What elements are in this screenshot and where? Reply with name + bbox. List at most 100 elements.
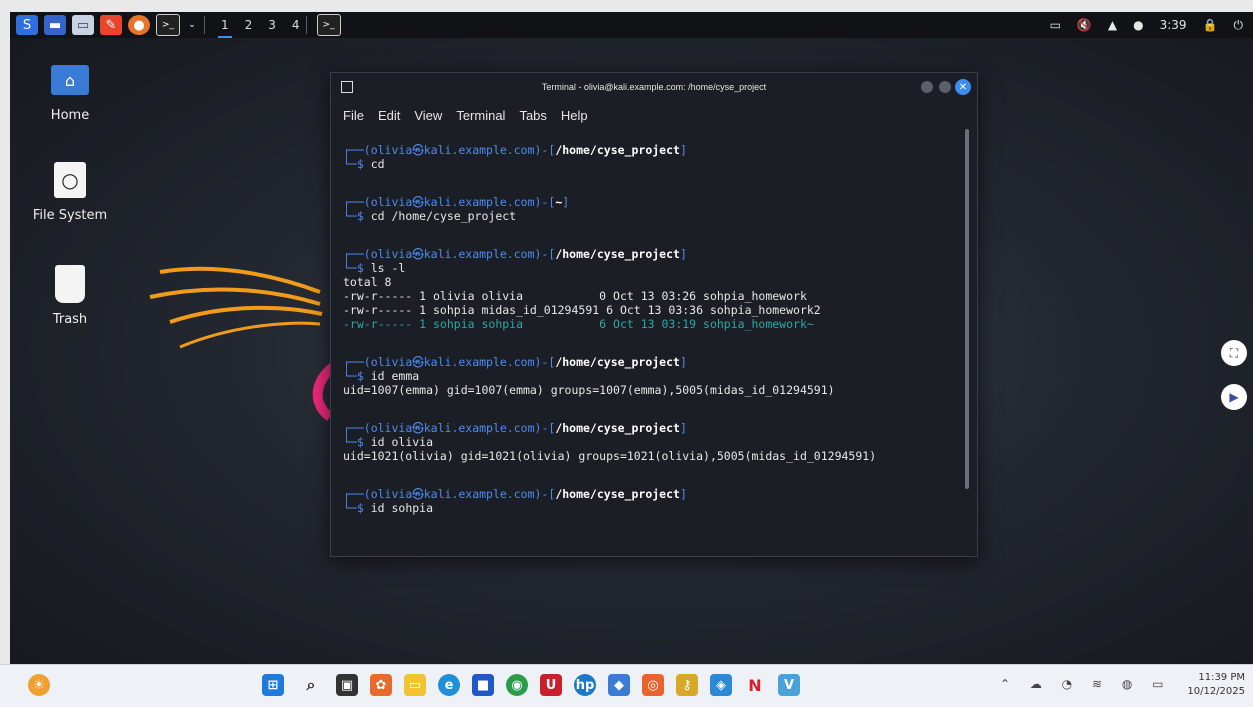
terminal-output[interactable]: ┌──(olivia㉿kali.example.com)-[/home/cyse…	[343, 143, 953, 548]
prompt-path: /home/cyse_project	[555, 247, 680, 261]
menu-edit[interactable]: Edit	[378, 108, 400, 123]
weather-widget-icon[interactable]: ☀	[28, 674, 50, 696]
menu-file[interactable]: File	[343, 108, 364, 123]
prompt-user-host: kali.example.com	[423, 195, 535, 209]
prompt-user-host: kali.example.com	[423, 247, 535, 261]
prompt-decoration: )-[	[534, 247, 556, 261]
file-explorer-icon[interactable]: ▭	[404, 674, 426, 696]
workspace-1[interactable]: 1	[218, 18, 232, 38]
menu-help[interactable]: Help	[561, 108, 588, 123]
menu-tabs[interactable]: Tabs	[519, 108, 546, 123]
lock-icon[interactable]: 🔒	[1203, 18, 1218, 32]
app-icon-orange[interactable]: ◎	[642, 674, 664, 696]
prompt-decoration: ]	[562, 195, 570, 209]
prompt-user-host: kali.example.com	[423, 355, 535, 369]
desktop-icon-label: File System	[32, 208, 108, 223]
prompt-dollar: └─$	[343, 261, 371, 275]
hp-icon[interactable]: hp	[574, 674, 596, 696]
prompt-user-host: kali.example.com	[423, 143, 535, 157]
terminal-menubar: File Edit View Terminal Tabs Help	[331, 101, 977, 129]
prompt-decoration: ]	[679, 355, 687, 369]
top-panel-clock[interactable]: 3:39	[1160, 18, 1187, 32]
mute-icon[interactable]: 🔇	[1077, 18, 1092, 32]
prompt-line: ┌──(olivia㉿kali.example.com)-[/home/cyse…	[343, 421, 953, 435]
chrome-icon[interactable]: ◉	[506, 674, 528, 696]
prompt-user-host: kali.example.com	[423, 487, 535, 501]
close-button[interactable]: ✕	[955, 79, 971, 95]
system-tray-icons[interactable]: ⌃ ☁ ◔ ≋ ◍ ▭	[1000, 677, 1171, 691]
network-icon[interactable]: ●	[1133, 18, 1143, 32]
prompt-user-host: olivia	[370, 143, 413, 157]
prompt-decoration: ┌──(	[343, 487, 371, 501]
workspace-3[interactable]: 3	[268, 18, 276, 32]
prompt-decoration: )-[	[534, 355, 556, 369]
windows-clock[interactable]: 11:39 PM 10/12/2025	[1187, 671, 1245, 699]
prompt-decoration: )-[	[534, 195, 556, 209]
command-text: ls -l	[370, 261, 406, 275]
prompt-decoration: ㉿	[412, 421, 424, 435]
prompt-path: /home/cyse_project	[555, 487, 680, 501]
maximize-button[interactable]	[939, 81, 951, 93]
prompt-line: ┌──(olivia㉿kali.example.com)-[/home/cyse…	[343, 143, 953, 157]
prompt-decoration: ㉿	[412, 195, 424, 209]
prompt-user-host: kali.example.com	[423, 421, 535, 435]
terminal-prompt-block: ┌──(olivia㉿kali.example.com)-[~] └─$ cd /…	[343, 195, 953, 223]
side-widget-button[interactable]: ⛶	[1221, 340, 1247, 366]
workspace-4[interactable]: 4	[292, 18, 300, 32]
terminal-scrollbar[interactable]	[965, 129, 969, 489]
vmware-icon[interactable]: V	[778, 674, 800, 696]
text-editor-icon[interactable]: ✎	[100, 15, 122, 35]
prompt-dollar: └─$	[343, 157, 371, 171]
widgets-icon[interactable]: ✿	[370, 674, 392, 696]
command-line: └─$ id emma	[343, 369, 953, 383]
power-icon[interactable]: ⏻	[1234, 18, 1244, 33]
edge-icon[interactable]: e	[438, 674, 460, 696]
desktop-icon-trash[interactable]: Trash	[30, 264, 110, 327]
file-manager-icon[interactable]: ▭	[72, 15, 94, 35]
desktop-icon-home[interactable]: ⌂ Home	[30, 60, 110, 123]
command-line: └─$ ls -l	[343, 261, 953, 275]
clock-time: 11:39 PM	[1198, 672, 1245, 683]
output-line: uid=1007(emma) gid=1007(emma) groups=100…	[343, 383, 835, 397]
chevron-down-icon[interactable]: ⌄	[186, 15, 198, 35]
store-icon[interactable]: ■	[472, 674, 494, 696]
prompt-decoration: ┌──(	[343, 195, 371, 209]
netflix-icon[interactable]: N	[744, 674, 766, 696]
side-widget-play-button[interactable]: ▶	[1221, 384, 1247, 410]
workspace-2[interactable]: 2	[245, 18, 253, 32]
terminal-prompt-block: ┌──(olivia㉿kali.example.com)-[/home/cyse…	[343, 487, 953, 515]
terminal-title: Terminal - olivia@kali.example.com: /hom…	[541, 82, 767, 92]
kali-menu-icon[interactable]: S	[16, 15, 38, 35]
windows-start-icon[interactable]: ⊞	[262, 674, 284, 696]
command-text: id olivia	[370, 435, 434, 449]
prompt-decoration: )-[	[534, 421, 556, 435]
show-desktop-icon[interactable]: ▬	[44, 15, 66, 35]
desktop-icon-filesystem[interactable]: ○ File System	[30, 160, 110, 223]
app-icon-blue[interactable]: ◆	[608, 674, 630, 696]
app-icon-puzzle[interactable]: ◈	[710, 674, 732, 696]
notification-bell-icon[interactable]: ▲	[1108, 18, 1117, 32]
prompt-line: ┌──(olivia㉿kali.example.com)-[/home/cyse…	[343, 487, 953, 501]
display-icon[interactable]: ▭	[1050, 18, 1061, 32]
command-text: id emma	[370, 369, 420, 383]
prompt-decoration: ]	[679, 247, 687, 261]
menu-view[interactable]: View	[414, 108, 442, 123]
prompt-path: /home/cyse_project	[555, 355, 680, 369]
menu-terminal[interactable]: Terminal	[456, 108, 505, 123]
minimize-button[interactable]	[921, 81, 933, 93]
prompt-decoration: ]	[679, 421, 687, 435]
search-icon[interactable]: ⌕	[300, 674, 322, 696]
firefox-icon[interactable]: ●	[128, 15, 150, 35]
mcafee-icon[interactable]: U	[540, 674, 562, 696]
terminal-launcher-icon[interactable]: >_	[156, 14, 180, 36]
windows-taskbar: ☀ ⊞ ⌕ ▣ ✿ ▭ e ■ ◉ U hp ◆ ◎ ⚷ ◈ N V ⌃ ☁ ◔…	[0, 664, 1253, 707]
terminal-window-task-icon[interactable]: >_	[316, 14, 341, 36]
task-view-icon[interactable]: ▣	[336, 674, 358, 696]
app-icon-lock[interactable]: ⚷	[676, 674, 698, 696]
prompt-decoration: ┌──(	[343, 247, 371, 261]
command-text: cd /home/cyse_project	[370, 209, 517, 223]
terminal-titlebar[interactable]: Terminal - olivia@kali.example.com: /hom…	[331, 73, 977, 101]
prompt-decoration: ㉿	[412, 487, 424, 501]
separator	[204, 16, 205, 34]
home-folder-icon: ⌂	[50, 60, 90, 100]
